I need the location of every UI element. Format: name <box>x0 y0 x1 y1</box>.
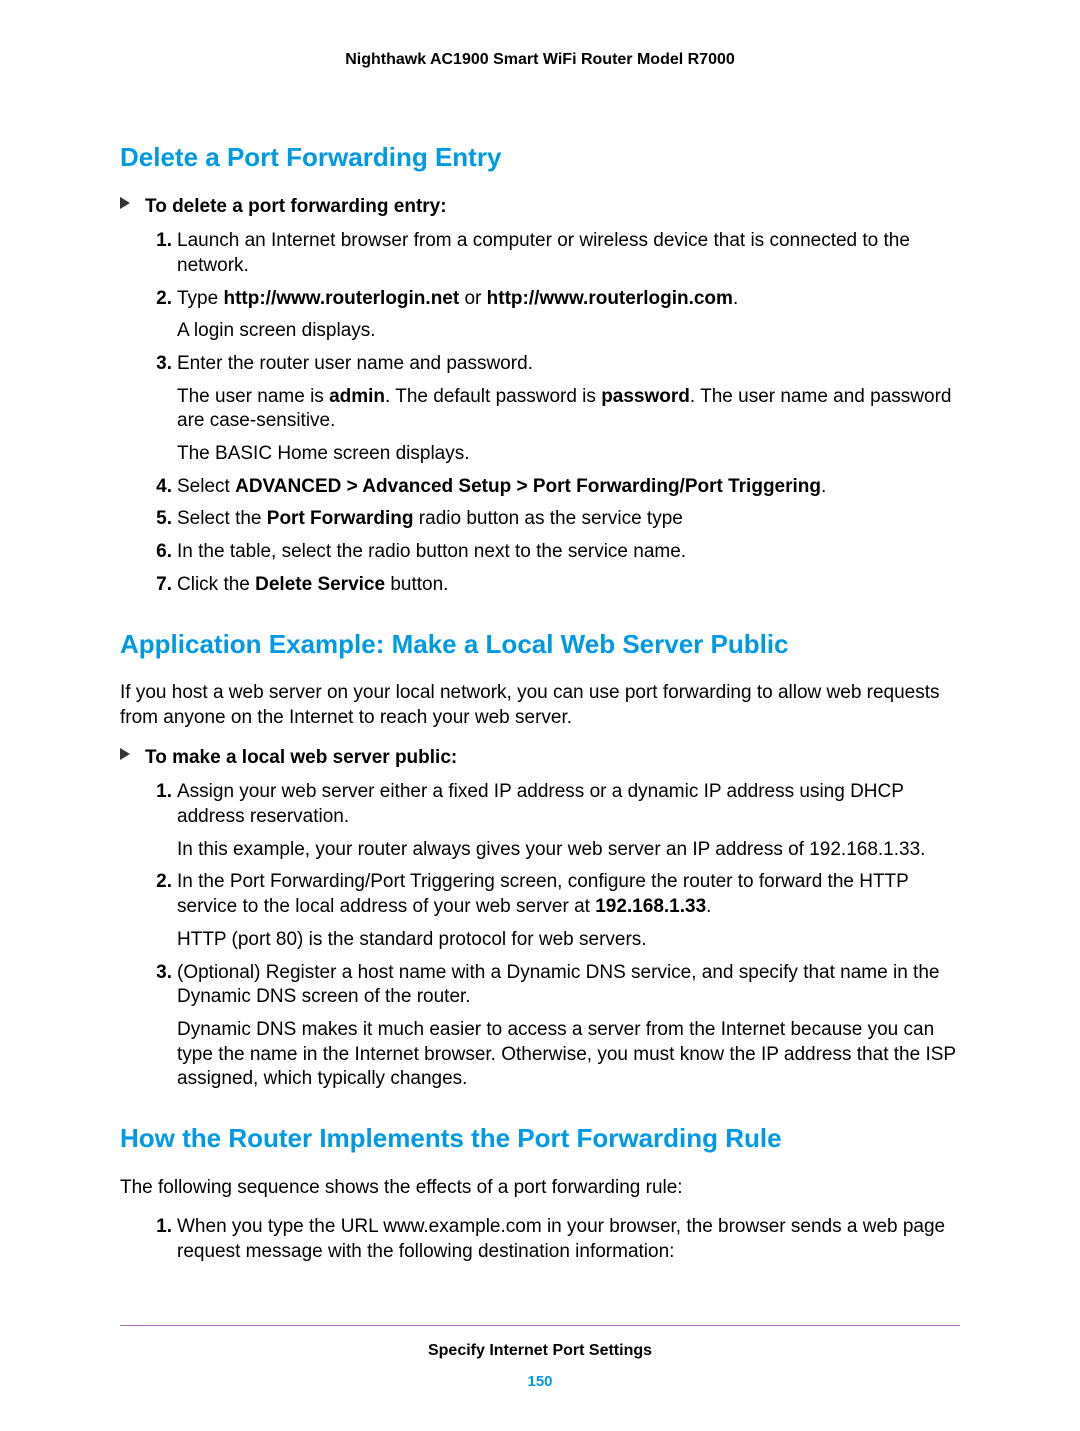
step-para: Dynamic DNS makes it much easier to acce… <box>177 1018 960 1092</box>
step-number: 7. <box>147 573 172 598</box>
step-body: Enter the router user name and password.… <box>177 352 960 467</box>
step-body: In the Port Forwarding/Port Triggering s… <box>177 870 960 952</box>
step-text-part: Select the <box>177 508 267 529</box>
step-body: Launch an Internet browser from a comput… <box>177 229 960 278</box>
step-body: Click the Delete Service button. <box>177 573 960 598</box>
step-body: In the table, select the radio button ne… <box>177 540 960 565</box>
step-text-bold: password <box>601 386 690 407</box>
step-body: Type http://www.routerlogin.net or http:… <box>177 287 960 344</box>
step-para: A login screen displays. <box>177 319 960 344</box>
step-number: 6. <box>147 540 172 565</box>
step-para: The BASIC Home screen displays. <box>177 442 960 467</box>
step-body: Select the Port Forwarding radio button … <box>177 507 960 532</box>
step-number: 3. <box>147 352 172 377</box>
footer-chapter-title: Specify Internet Port Settings <box>120 1341 960 1362</box>
step-text-bold: ADVANCED > Advanced Setup > Port Forward… <box>235 476 821 497</box>
step-item: 4. Select ADVANCED > Advanced Setup > Po… <box>155 475 960 500</box>
step-text: When you type the URL www.example.com in… <box>177 1216 945 1262</box>
step-item: 6. In the table, select the radio button… <box>155 540 960 565</box>
step-para: The user name is admin. The default pass… <box>177 385 960 434</box>
step-text-part: . <box>821 476 826 497</box>
task-lead-text: To make a local web server public: <box>145 747 457 768</box>
step-text: Launch an Internet browser from a comput… <box>177 230 910 276</box>
step-text-part: Select <box>177 476 235 497</box>
steps-list-delete: 1. Launch an Internet browser from a com… <box>120 229 960 597</box>
step-item: 3. (Optional) Register a host name with … <box>155 961 960 1092</box>
step-text: (Optional) Register a host name with a D… <box>177 962 939 1008</box>
manual-page: Nighthawk AC1900 Smart WiFi Router Model… <box>0 0 1080 1431</box>
step-number: 1. <box>147 780 172 805</box>
step-text-bold: admin <box>329 386 385 407</box>
section-intro: If you host a web server on your local n… <box>120 681 960 730</box>
step-number: 2. <box>147 287 172 312</box>
header-product-title: Nighthawk AC1900 Smart WiFi Router Model… <box>120 50 960 71</box>
step-text: Enter the router user name and password. <box>177 353 533 374</box>
step-text-part: Click the <box>177 574 255 595</box>
step-text: Assign your web server either a fixed IP… <box>177 781 904 827</box>
step-item: 2. Type http://www.routerlogin.net or ht… <box>155 287 960 344</box>
task-lead-text: To delete a port forwarding entry: <box>145 196 447 217</box>
step-text-part: Type <box>177 288 223 309</box>
step-body: When you type the URL www.example.com in… <box>177 1215 960 1264</box>
step-item: 5. Select the Port Forwarding radio butt… <box>155 507 960 532</box>
chevron-right-icon <box>120 748 130 760</box>
step-item: 1. Launch an Internet browser from a com… <box>155 229 960 278</box>
section-heading-delete: Delete a Port Forwarding Entry <box>120 141 960 175</box>
step-text-bold: Port Forwarding <box>267 508 414 529</box>
section-intro: The following sequence shows the effects… <box>120 1176 960 1201</box>
section-heading-implements: How the Router Implements the Port Forwa… <box>120 1122 960 1156</box>
step-body: Assign your web server either a fixed IP… <box>177 780 960 862</box>
step-text-part: button. <box>385 574 448 595</box>
task-lead-delete: To delete a port forwarding entry: <box>120 195 960 220</box>
step-number: 5. <box>147 507 172 532</box>
step-number: 4. <box>147 475 172 500</box>
chevron-right-icon <box>120 197 130 209</box>
steps-list-implements: 1. When you type the URL www.example.com… <box>120 1215 960 1264</box>
step-body: Select ADVANCED > Advanced Setup > Port … <box>177 475 960 500</box>
step-item: 7. Click the Delete Service button. <box>155 573 960 598</box>
step-text-part: . <box>706 896 711 917</box>
step-text-bold: 192.168.1.33 <box>595 896 706 917</box>
step-text-part: or <box>459 288 486 309</box>
step-number: 3. <box>147 961 172 986</box>
step-text-part: In the Port Forwarding/Port Triggering s… <box>177 871 909 917</box>
step-item: 2. In the Port Forwarding/Port Triggerin… <box>155 870 960 952</box>
task-lead-example: To make a local web server public: <box>120 746 960 771</box>
section-heading-example: Application Example: Make a Local Web Se… <box>120 628 960 662</box>
step-text-bold: Delete Service <box>255 574 385 595</box>
step-text-part: The user name is <box>177 386 329 407</box>
footer-page-number: 150 <box>120 1372 960 1392</box>
step-text: In the table, select the radio button ne… <box>177 541 686 562</box>
steps-list-example: 1. Assign your web server either a fixed… <box>120 780 960 1092</box>
step-body: (Optional) Register a host name with a D… <box>177 961 960 1092</box>
step-text-part: . <box>733 288 738 309</box>
step-item: 1. When you type the URL www.example.com… <box>155 1215 960 1264</box>
step-para: HTTP (port 80) is the standard protocol … <box>177 928 960 953</box>
step-item: 1. Assign your web server either a fixed… <box>155 780 960 862</box>
step-number: 1. <box>147 1215 172 1240</box>
step-text-bold: http://www.routerlogin.net <box>223 288 459 309</box>
footer-rule <box>120 1325 960 1326</box>
step-para: In this example, your router always give… <box>177 838 960 863</box>
step-text-part: radio button as the service type <box>414 508 683 529</box>
step-text-part: . The default password is <box>385 386 601 407</box>
step-text-bold: http://www.routerlogin.com <box>487 288 733 309</box>
step-number: 1. <box>147 229 172 254</box>
step-item: 3. Enter the router user name and passwo… <box>155 352 960 467</box>
step-number: 2. <box>147 870 172 895</box>
